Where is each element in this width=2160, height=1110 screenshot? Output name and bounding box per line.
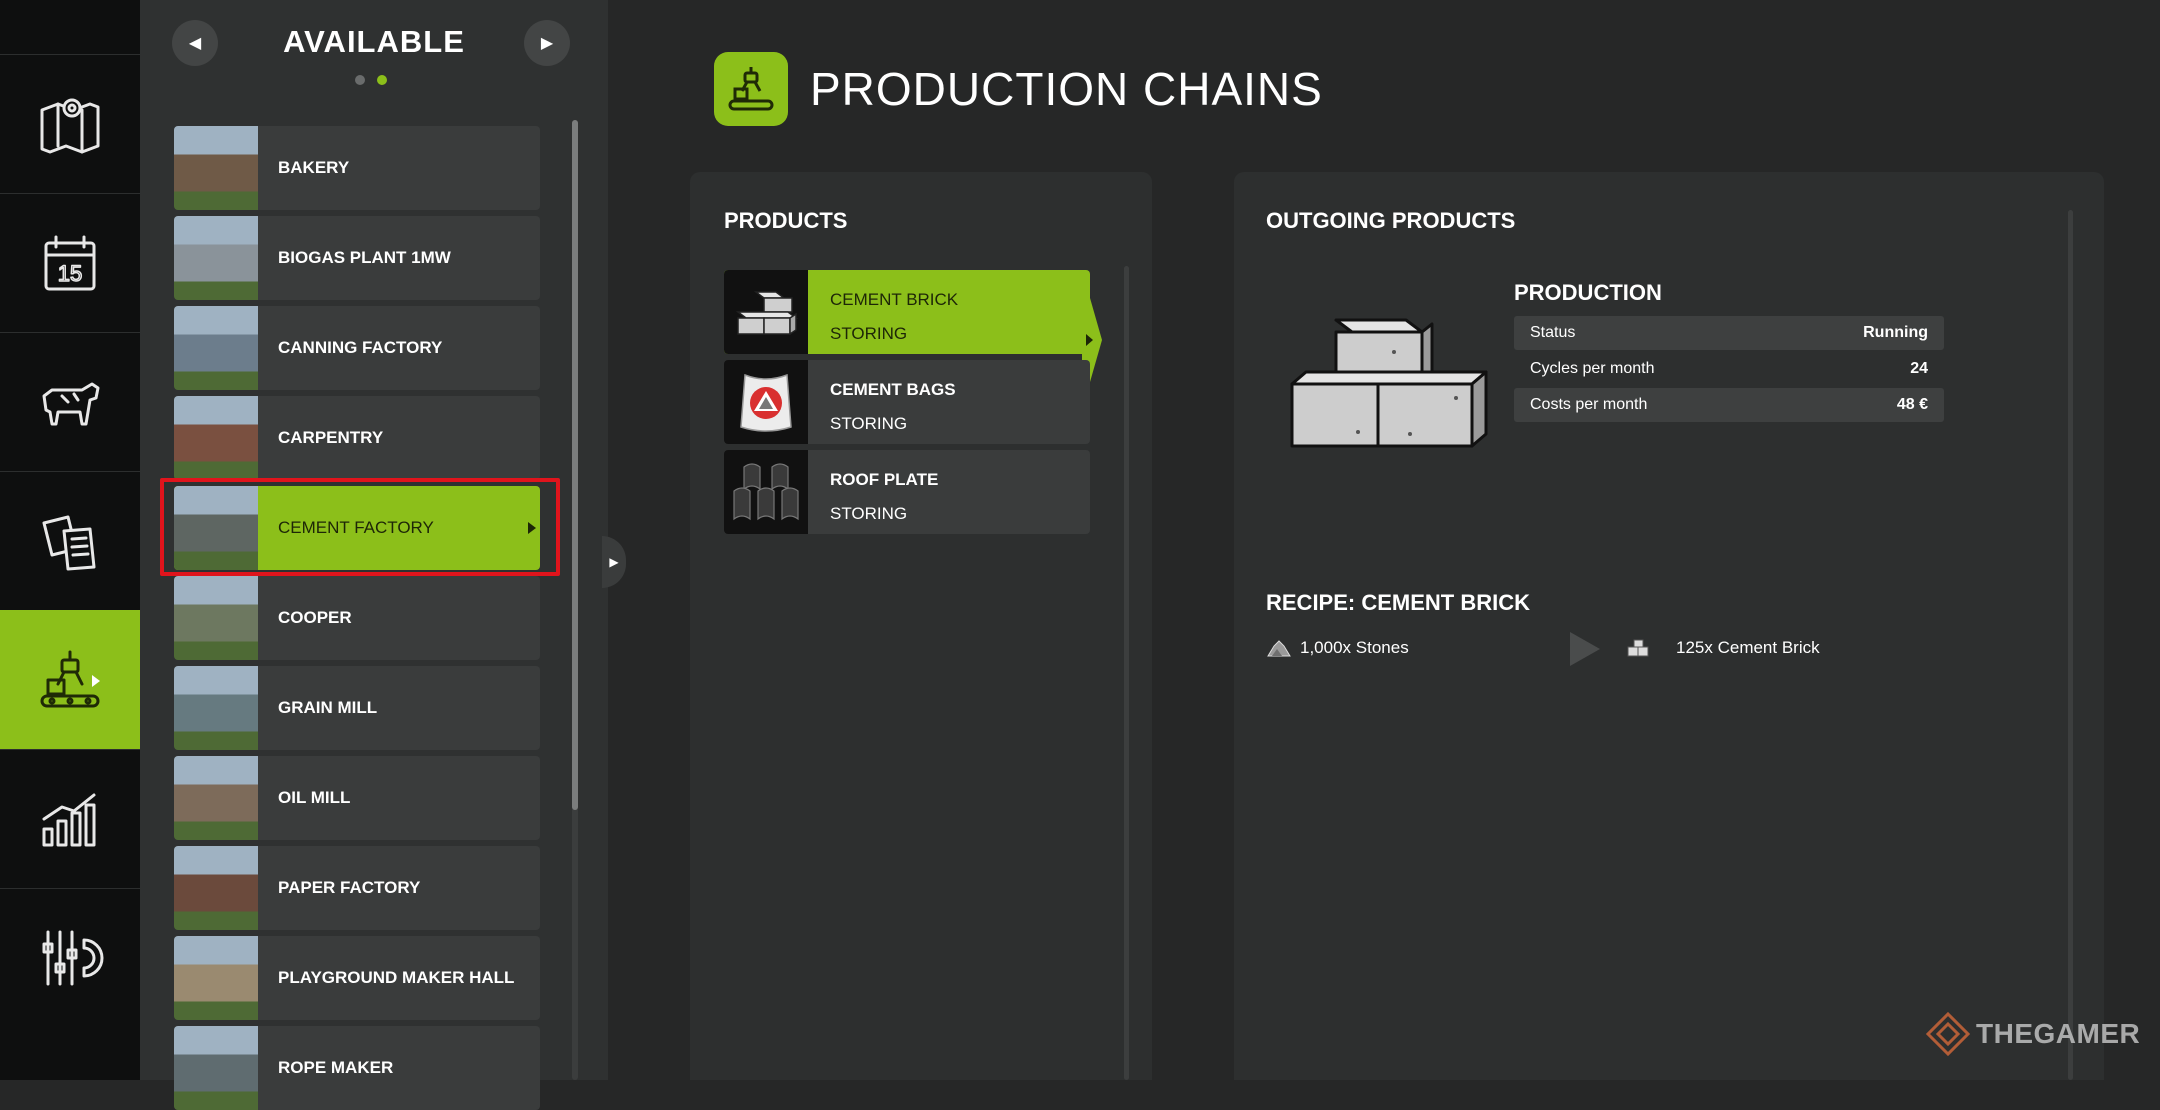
stat-value: 24 (1910, 360, 1928, 377)
production-stat-row: Costs per month 48 € (1514, 388, 1944, 422)
rail-top-spacer (0, 0, 140, 55)
production-list-item[interactable]: CANNING FACTORY (174, 306, 540, 390)
statistics-menu-button[interactable] (0, 749, 140, 888)
stat-key: Costs per month (1530, 396, 1648, 413)
animals-menu-button[interactable] (0, 332, 140, 471)
stat-value: Running (1863, 324, 1928, 341)
recipe-title: RECIPE: CEMENT BRICK (1266, 590, 1531, 615)
triangle-right-icon: ▶ (540, 35, 554, 52)
page-title: PRODUCTION CHAINS (810, 63, 1323, 115)
outgoing-products-panel (1234, 172, 2104, 1080)
product-state: STORING (830, 414, 908, 433)
stat-value: 48 € (1896, 396, 1928, 413)
production-thumbnail (174, 756, 258, 840)
stones-icon (1267, 640, 1291, 657)
settings-sliders-icon (42, 930, 104, 986)
stat-key: Cycles per month (1530, 360, 1655, 377)
production-title: PRODUCTION (1514, 280, 1662, 305)
production-menu-button[interactable] (0, 610, 140, 749)
calendar-menu-button[interactable]: 15 (0, 193, 140, 332)
production-name: OIL MILL (278, 788, 351, 807)
production-name: COOPER (278, 608, 352, 627)
cement-bag-icon (724, 360, 808, 444)
watermark: THEGAMER (1926, 1012, 2140, 1056)
products-title: PRODUCTS (724, 208, 848, 233)
cow-icon (42, 382, 100, 426)
page-dot-2[interactable] (377, 75, 387, 85)
production-list-item[interactable]: OIL MILL (174, 756, 540, 840)
production-thumbnail (174, 1026, 258, 1110)
roof-plate-icon (724, 450, 808, 534)
production-list-item[interactable]: BAKERY (174, 126, 540, 210)
recipe-input-label: 1,000x Stones (1300, 638, 1409, 657)
cement-brick-small-icon (1627, 639, 1649, 657)
recipe-output: 125x Cement Brick (1626, 638, 1820, 658)
map-icon (40, 98, 100, 154)
production-thumbnail (174, 126, 258, 210)
product-state: STORING (830, 324, 908, 343)
selection-highlight-box (160, 478, 560, 576)
list-scrollbar-thumb[interactable] (572, 120, 578, 810)
production-list-item[interactable]: ROPE MAKER (174, 1026, 540, 1110)
cement-brick-icon (724, 270, 808, 354)
production-name: ROPE MAKER (278, 1058, 394, 1077)
production-list-item[interactable]: PAPER FACTORY (174, 846, 540, 930)
production-name: PAPER FACTORY (278, 878, 421, 897)
product-state: STORING (830, 504, 908, 523)
product-item-roof-plate[interactable]: ROOF PLATE STORING (724, 450, 1090, 534)
page-dot-1[interactable] (355, 75, 365, 85)
svg-text:15: 15 (58, 261, 82, 286)
stat-key: Status (1530, 324, 1576, 341)
production-list-item[interactable]: CARPENTRY (174, 396, 540, 480)
product-name: ROOF PLATE (830, 470, 939, 489)
recipe-input: 1,000x Stones (1266, 638, 1409, 658)
production-list-item[interactable]: GRAIN MILL (174, 666, 540, 750)
production-name: BAKERY (278, 158, 350, 177)
production-stat-row: Cycles per month 24 (1514, 352, 1944, 386)
map-menu-button[interactable] (0, 54, 140, 193)
product-name: CEMENT BAGS (830, 380, 956, 399)
production-stat-row: Status Running (1514, 316, 1944, 350)
production-icon (40, 650, 100, 708)
cement-brick-large-icon (1290, 318, 1488, 448)
production-thumbnail (174, 666, 258, 750)
documents-icon (42, 515, 96, 571)
calendar-icon: 15 (44, 235, 96, 291)
production-list-item[interactable]: PLAYGROUND MAKER HALL (174, 936, 540, 1020)
next-page-button[interactable]: ▶ (524, 20, 570, 66)
production-name: CARPENTRY (278, 428, 384, 447)
production-thumbnail (174, 846, 258, 930)
product-item-cement-brick[interactable]: CEMENT BRICK STORING (724, 270, 1090, 354)
production-name: GRAIN MILL (278, 698, 378, 717)
chevron-right-icon: ▶ (609, 555, 619, 569)
outgoing-title: OUTGOING PRODUCTS (1266, 208, 1516, 233)
contracts-menu-button[interactable] (0, 471, 140, 610)
watermark-text: THEGAMER (1976, 1018, 2141, 1049)
production-name: BIOGAS PLANT 1MW (278, 248, 451, 267)
production-thumbnail (174, 306, 258, 390)
production-thumbnail (174, 216, 258, 300)
production-thumbnail (174, 576, 258, 660)
recipe-output-label: 125x Cement Brick (1676, 638, 1820, 657)
production-chains-icon (714, 52, 788, 126)
recipe-arrow-icon (1570, 632, 1600, 666)
production-list-item[interactable]: BIOGAS PLANT 1MW (174, 216, 540, 300)
thegamer-logo-icon (1926, 1012, 1970, 1056)
outgoing-scrollbar[interactable] (2068, 210, 2073, 1080)
collapse-panel-button[interactable]: ▶ (602, 536, 626, 588)
production-thumbnail (174, 396, 258, 480)
settings-menu-button[interactable] (0, 888, 140, 1027)
production-thumbnail (174, 936, 258, 1020)
production-name: CANNING FACTORY (278, 338, 443, 357)
production-list-item[interactable]: COOPER (174, 576, 540, 660)
product-name: CEMENT BRICK (830, 290, 959, 309)
production-name: PLAYGROUND MAKER HALL (278, 968, 515, 987)
main-menu-rail: 15 (0, 0, 140, 1080)
products-scrollbar[interactable] (1124, 266, 1129, 1080)
bar-chart-icon (42, 793, 96, 847)
product-item-cement-bags[interactable]: CEMENT BAGS STORING (724, 360, 1090, 444)
